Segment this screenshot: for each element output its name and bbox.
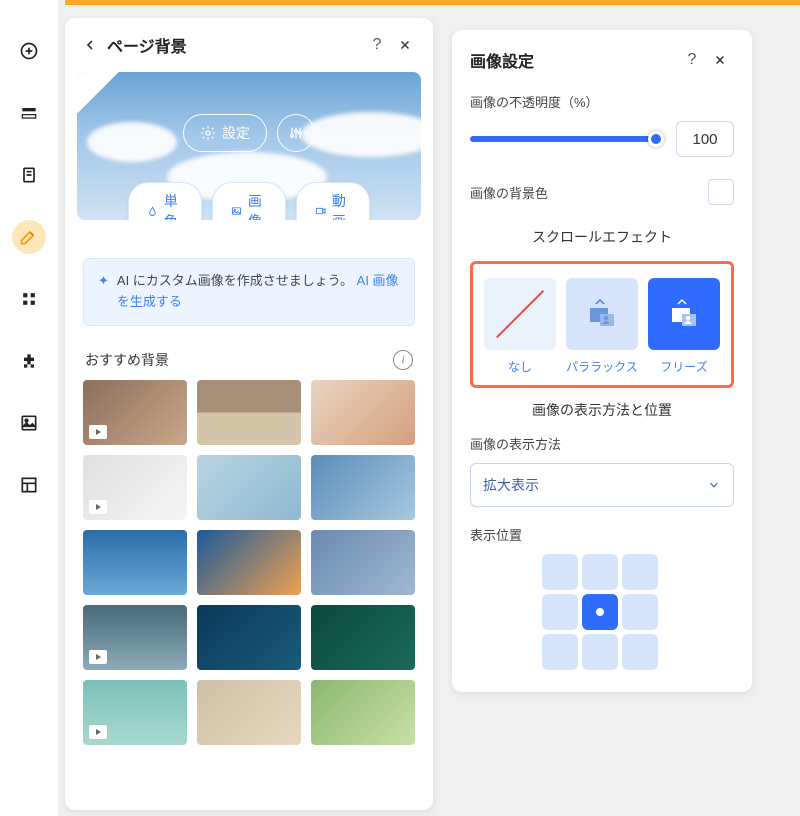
bg-type-video[interactable]: 動画 xyxy=(296,182,370,220)
right-panel-title: 画像設定 xyxy=(470,48,678,72)
info-icon[interactable]: i xyxy=(393,350,413,370)
ai-banner: ✦ AI にカスタム画像を作成させましょう。 AI 画像を生成する xyxy=(83,258,415,326)
thumbnail-8[interactable] xyxy=(311,530,415,595)
position-cell-1[interactable] xyxy=(582,554,618,590)
bg-color-swatch[interactable] xyxy=(708,179,734,205)
thumbnail-3[interactable] xyxy=(83,455,187,520)
display-method-label: 画像の表示方法 xyxy=(470,434,734,453)
position-grid xyxy=(542,554,662,670)
close-button[interactable] xyxy=(391,31,419,59)
sparkle-icon: ✦ xyxy=(98,271,109,313)
position-cell-8[interactable] xyxy=(622,634,658,670)
thumbnail-10[interactable] xyxy=(197,605,301,670)
scroll-effect-options: なし パララックス フリーズ xyxy=(470,261,734,388)
thumbnail-13[interactable] xyxy=(197,680,301,745)
position-cell-6[interactable] xyxy=(542,634,578,670)
help-button[interactable]: ? xyxy=(363,31,391,59)
top-accent-bar xyxy=(65,0,800,5)
position-cell-7[interactable] xyxy=(582,634,618,670)
thumbnail-grid xyxy=(65,380,433,763)
background-type-tabs: 単色 画像 動画 xyxy=(128,182,370,220)
position-cell-4[interactable] xyxy=(582,594,618,630)
video-badge-icon xyxy=(89,650,107,664)
image-settings-panel: 画像設定 ? 画像の不透明度（%） 画像の背景色 スクロールエフェクト なし パ… xyxy=(452,30,752,692)
settings-button[interactable]: 設定 xyxy=(183,114,267,152)
opacity-control xyxy=(470,121,734,157)
slider-thumb[interactable] xyxy=(648,131,664,147)
sidebar-theme-icon[interactable] xyxy=(12,220,46,254)
thumbnail-12[interactable] xyxy=(83,680,187,745)
position-cell-3[interactable] xyxy=(542,594,578,630)
video-badge-icon xyxy=(89,500,107,514)
bg-type-image[interactable]: 画像 xyxy=(212,182,286,220)
opacity-input[interactable] xyxy=(676,121,734,157)
sidebar-sections-icon[interactable] xyxy=(12,96,46,130)
bg-color-label: 画像の背景色 xyxy=(470,183,548,202)
video-badge-icon xyxy=(89,725,107,739)
scroll-opt-parallax[interactable]: パララックス xyxy=(565,278,639,375)
sidebar-media-icon[interactable] xyxy=(12,406,46,440)
right-panel-header: 画像設定 ? xyxy=(470,46,734,74)
thumbnail-9[interactable] xyxy=(83,605,187,670)
thumbnail-0[interactable] xyxy=(83,380,187,445)
chevron-down-icon xyxy=(707,478,721,492)
position-label: 表示位置 xyxy=(470,525,734,544)
scroll-effect-title: スクロールエフェクト xyxy=(470,227,734,247)
main-sidebar xyxy=(0,0,58,816)
ai-banner-text: AI にカスタム画像を作成させましょう。 xyxy=(117,273,353,288)
thumbnail-2[interactable] xyxy=(311,380,415,445)
sidebar-add-icon[interactable] xyxy=(12,34,46,68)
video-badge-icon xyxy=(89,425,107,439)
position-cell-5[interactable] xyxy=(622,594,658,630)
thumbnail-6[interactable] xyxy=(83,530,187,595)
display-method-select[interactable]: 拡大表示 xyxy=(470,463,734,507)
page-background-panel: ページ背景 ? 設定 単色 画像 動画 ✦ AI にカスタム画像を作成させましょ… xyxy=(65,18,433,810)
sidebar-pages-icon[interactable] xyxy=(12,158,46,192)
recommended-title: おすすめ背景 xyxy=(85,350,169,370)
thumbnail-11[interactable] xyxy=(311,605,415,670)
sidebar-layout-icon[interactable] xyxy=(12,468,46,502)
settings-button-label: 設定 xyxy=(222,123,250,143)
position-cell-2[interactable] xyxy=(622,554,658,590)
sidebar-apps-icon[interactable] xyxy=(12,282,46,316)
scroll-opt-freeze[interactable]: フリーズ xyxy=(647,278,721,375)
sidebar-addons-icon[interactable] xyxy=(12,344,46,378)
thumbnail-1[interactable] xyxy=(197,380,301,445)
adjust-button[interactable] xyxy=(277,114,315,152)
opacity-slider[interactable] xyxy=(470,136,664,142)
left-panel-header: ページ背景 ? xyxy=(65,18,433,72)
position-cell-0[interactable] xyxy=(542,554,578,590)
left-panel-title: ページ背景 xyxy=(107,33,363,57)
bg-type-solid[interactable]: 単色 xyxy=(128,182,202,220)
opacity-label: 画像の不透明度（%） xyxy=(470,92,734,111)
thumbnail-7[interactable] xyxy=(197,530,301,595)
thumbnail-14[interactable] xyxy=(311,680,415,745)
display-section-title: 画像の表示方法と位置 xyxy=(470,400,734,420)
rp-close-button[interactable] xyxy=(706,46,734,74)
thumbnail-5[interactable] xyxy=(311,455,415,520)
thumbnail-4[interactable] xyxy=(197,455,301,520)
rp-help-button[interactable]: ? xyxy=(678,46,706,74)
recommended-header: おすすめ背景 i xyxy=(65,326,433,380)
back-button[interactable] xyxy=(79,34,101,56)
scroll-opt-none[interactable]: なし xyxy=(483,278,557,375)
background-preview: 設定 単色 画像 動画 xyxy=(77,72,421,220)
bg-color-row: 画像の背景色 xyxy=(470,179,734,205)
display-method-value: 拡大表示 xyxy=(483,475,539,495)
